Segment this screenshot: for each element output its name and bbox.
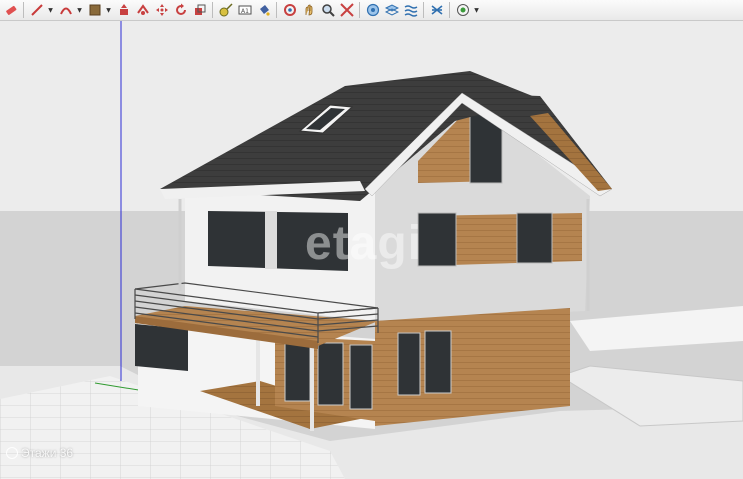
style-menu-icon[interactable] [454,1,472,19]
section-plane-icon[interactable] [402,1,420,19]
toolbar-separator [423,2,424,18]
shape-tool-dropdown-icon[interactable]: ▼ [105,1,112,19]
pan-icon[interactable] [300,1,318,19]
arc-icon[interactable] [57,1,75,19]
toolbar-separator [359,2,360,18]
model-viewport[interactable]: etagi Этажи 36 [0,21,743,479]
ground-window-2 [424,330,452,394]
eraser-icon[interactable] [2,1,20,19]
material-box-icon[interactable] [86,1,104,19]
move-icon[interactable] [153,1,171,19]
toolbar-separator [212,2,213,18]
left-panel-dark [135,324,188,371]
toolbar-separator [449,2,450,18]
house-model-scene [0,21,743,479]
arc-tool-dropdown-icon[interactable]: ▼ [76,1,83,19]
terrace-window-1 [284,340,311,402]
toolbar-separator [23,2,24,18]
text-icon[interactable]: A1 [236,1,254,19]
style-menu-dropdown-icon[interactable]: ▼ [473,1,480,19]
balcony-doors [208,211,348,271]
follow-me-icon[interactable] [134,1,152,19]
svg-text:A1: A1 [241,8,249,15]
previous-view-icon[interactable] [364,1,382,19]
ground-window-1 [397,332,421,396]
zoom-icon[interactable] [319,1,337,19]
scale-icon[interactable] [191,1,209,19]
xray-icon[interactable] [428,1,446,19]
toolbar: ▼ ▼ ▼ A1 ▼ [0,0,743,21]
paint-bucket-icon[interactable] [255,1,273,19]
terrace-window-2 [317,342,344,406]
orbit-icon[interactable] [281,1,299,19]
zoom-extents-icon[interactable] [338,1,356,19]
tape-measure-icon[interactable] [217,1,235,19]
toolbar-separator [276,2,277,18]
push-pull-icon[interactable] [115,1,133,19]
iso-view-icon[interactable] [383,1,401,19]
pencil-line-icon[interactable] [28,1,46,19]
line-tool-dropdown-icon[interactable]: ▼ [47,1,54,19]
terrace-window-3 [349,344,373,410]
balcony-door-frame [265,211,277,269]
window-1st-left [417,212,457,267]
rotate-icon[interactable] [172,1,190,19]
window-1st-right [516,212,553,264]
